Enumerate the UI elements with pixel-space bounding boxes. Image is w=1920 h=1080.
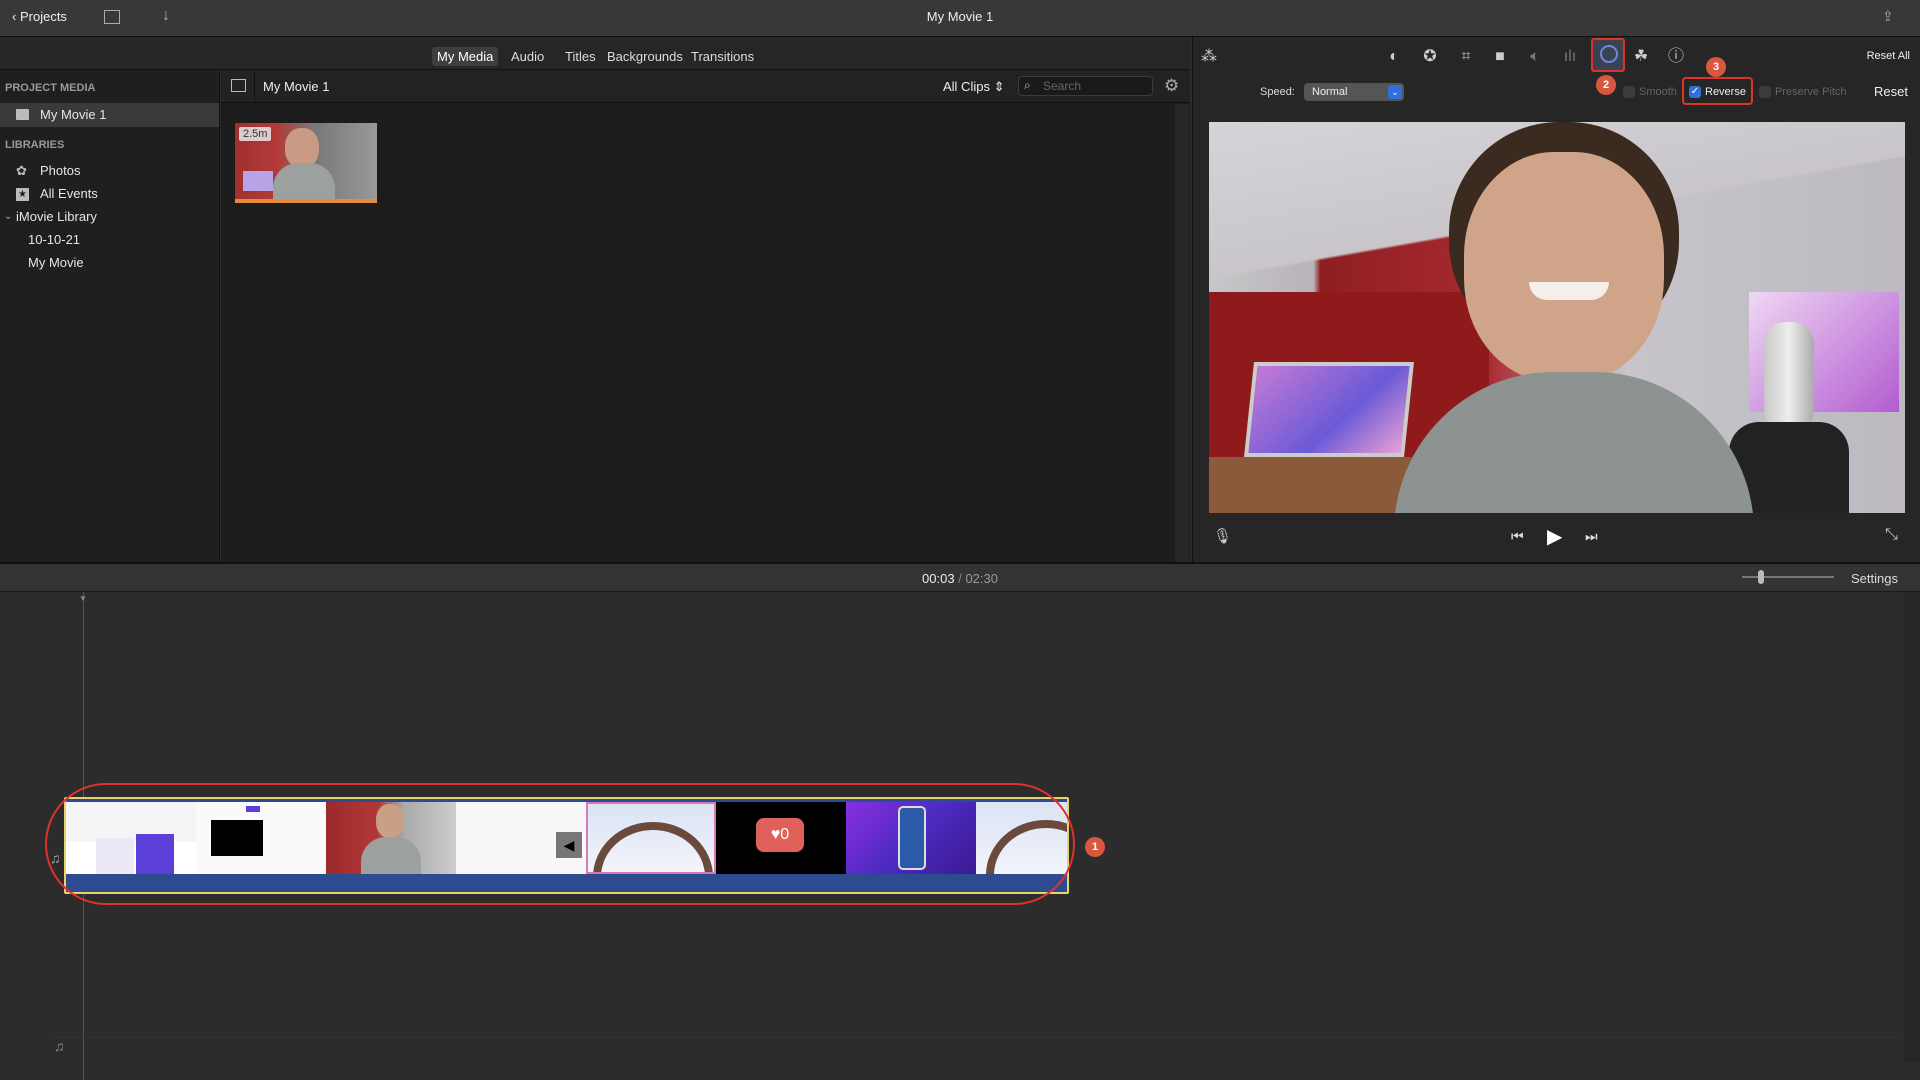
- browser-header: My Movie 1 All Clips ⇕ ⌕ Search ⚙: [221, 70, 1190, 103]
- next-icon[interactable]: ⏭︎: [1585, 528, 1598, 545]
- checkmark-icon: ✓: [1689, 86, 1701, 99]
- annotation-badge-2: 2: [1596, 75, 1616, 95]
- annotation-badge-1: 1: [1085, 837, 1105, 857]
- tab-titles[interactable]: Titles: [560, 47, 601, 66]
- chevron-down-icon[interactable]: ⌄: [4, 205, 12, 229]
- libraries-header: LIBRARIES: [5, 139, 65, 151]
- reset-button[interactable]: Reset: [1874, 84, 1908, 99]
- zoom-slider[interactable]: [1742, 570, 1834, 584]
- share-icon[interactable]: ⇪: [1882, 8, 1894, 25]
- window-title: My Movie 1: [926, 9, 994, 24]
- timeline-header: 00:03 / 02:30 Settings: [0, 562, 1920, 592]
- timecode: 00:03 / 02:30: [922, 571, 998, 586]
- zoom-slider-thumb[interactable]: [1758, 570, 1764, 584]
- viewer-panel: ⁂ ◐ ✪ ⌗ ■ 🔈︎ ılı ☘ ⓘ Reset All Speed: No…: [1192, 37, 1920, 562]
- previous-icon[interactable]: ⏮︎: [1511, 528, 1524, 545]
- fullscreen-icon[interactable]: ⤡: [1885, 526, 1898, 544]
- color-palette-icon[interactable]: ✪: [1419, 46, 1441, 68]
- updown-icon: ⇕: [993, 79, 1005, 94]
- sidebar-item-all-events[interactable]: ★ All Events: [0, 182, 219, 206]
- color-balance-icon[interactable]: ◐: [1383, 46, 1405, 68]
- magic-wand-icon[interactable]: ⁂: [1198, 46, 1220, 68]
- browser-title: My Movie 1: [263, 79, 330, 94]
- timeline-scrollbar[interactable]: [1904, 592, 1920, 1062]
- timeline[interactable]: ▼ ◀ ♥0 ♫ ♫: [0, 592, 1920, 1080]
- tab-audio[interactable]: Audio: [506, 47, 549, 66]
- music-track: [50, 1037, 1900, 1038]
- speed-select[interactable]: Normal ⌄: [1304, 83, 1404, 101]
- music-note-icon: ♫: [54, 1038, 65, 1054]
- media-tabs: My Media Audio Titles Backgrounds Transi…: [0, 37, 1190, 70]
- clip-duration-badge: 2.5m: [239, 127, 272, 141]
- equalizer-icon[interactable]: ılı: [1559, 46, 1581, 68]
- video-preview[interactable]: [1209, 122, 1905, 513]
- browser-scrollbar[interactable]: [1175, 104, 1189, 562]
- chevron-down-icon: ⌄: [1388, 85, 1402, 99]
- music-note-icon: ♫: [50, 850, 61, 866]
- sidebar-item-event-10-10-21[interactable]: 10-10-21: [0, 228, 219, 252]
- stabilization-icon[interactable]: ■: [1489, 46, 1511, 68]
- tab-transitions[interactable]: Transitions: [686, 47, 759, 66]
- sidebar-toggle-icon[interactable]: [231, 79, 246, 92]
- star-icon: ★: [16, 188, 29, 201]
- reset-all-button[interactable]: Reset All: [1867, 50, 1910, 62]
- clip-highlight-outline: [45, 783, 1075, 905]
- crop-icon[interactable]: ⌗: [1455, 46, 1477, 68]
- reverse-checkbox[interactable]: ✓ Reverse: [1689, 86, 1746, 99]
- sidebar-item-my-movie-1[interactable]: My Movie 1: [0, 103, 219, 127]
- volume-icon[interactable]: 🔈︎: [1524, 46, 1546, 68]
- clip-filter-select[interactable]: All Clips ⇕: [943, 79, 1005, 95]
- clip-filter-icon[interactable]: ☘: [1630, 46, 1652, 68]
- project-media-header: PROJECT MEDIA: [5, 82, 96, 94]
- speed-button[interactable]: [1591, 38, 1625, 72]
- timeline-settings-button[interactable]: Settings: [1851, 571, 1898, 586]
- media-browser: My Movie 1 All Clips ⇕ ⌕ Search ⚙ 2.5m: [221, 70, 1190, 562]
- checkbox-icon: [1759, 86, 1771, 99]
- title-bar: ‹ Projects ↓ My Movie 1 ⇪: [0, 0, 1920, 37]
- preserve-pitch-checkbox[interactable]: Preserve Pitch: [1759, 86, 1847, 99]
- sidebar-item-photos[interactable]: ✿ Photos: [0, 159, 219, 183]
- tab-backgrounds[interactable]: Backgrounds: [602, 47, 688, 66]
- smooth-checkbox[interactable]: Smooth: [1623, 86, 1677, 99]
- speedometer-icon: [1600, 45, 1618, 63]
- photos-icon: ✿: [16, 163, 27, 178]
- search-input[interactable]: ⌕ Search: [1018, 76, 1153, 96]
- annotation-badge-3: 3: [1706, 57, 1726, 77]
- playhead-marker-icon: ▼: [79, 594, 87, 603]
- gear-icon[interactable]: ⚙: [1164, 76, 1179, 96]
- play-icon[interactable]: ▶: [1547, 524, 1562, 549]
- info-icon[interactable]: ⓘ: [1665, 46, 1687, 68]
- clapper-icon: [16, 109, 29, 120]
- microphone-icon[interactable]: 🎙︎: [1213, 527, 1232, 545]
- checkbox-icon: [1623, 86, 1635, 99]
- speed-label: Speed:: [1260, 86, 1295, 98]
- media-clip-thumbnail[interactable]: 2.5m: [235, 123, 377, 203]
- sidebar-item-my-movie[interactable]: My Movie: [0, 251, 219, 275]
- tab-my-media[interactable]: My Media: [432, 47, 499, 66]
- sidebar-item-imovie-library[interactable]: ⌄ iMovie Library: [0, 205, 219, 229]
- search-icon: ⌕: [1024, 78, 1031, 92]
- sidebar: PROJECT MEDIA My Movie 1 LIBRARIES ✿ Phot…: [0, 70, 220, 562]
